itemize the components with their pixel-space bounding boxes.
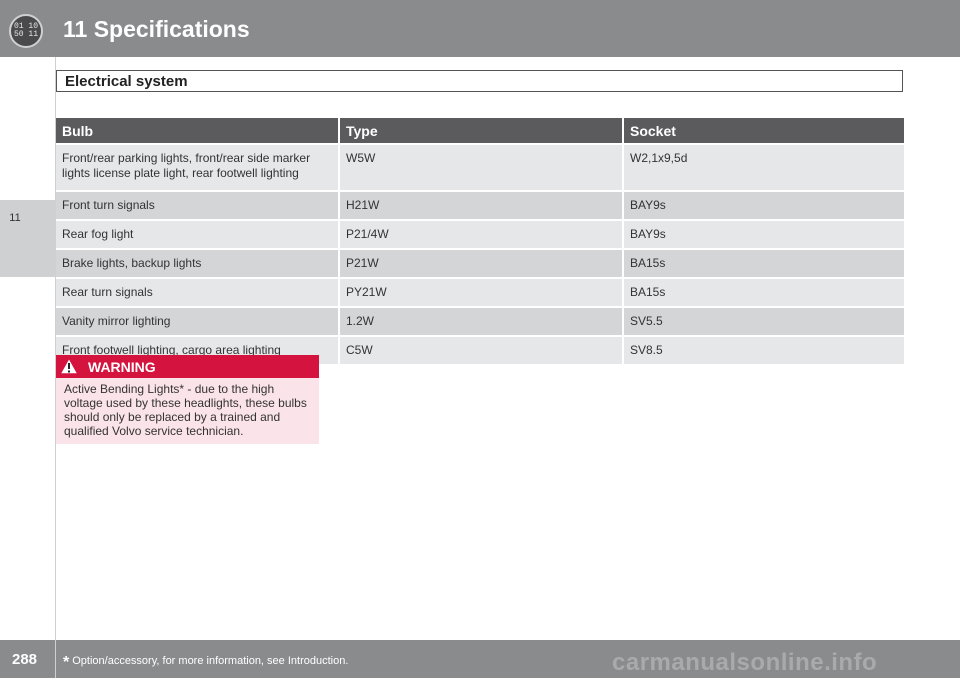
- cell-type: H21W: [338, 192, 622, 219]
- column-header-socket: Socket: [622, 118, 904, 143]
- column-header-bulb: Bulb: [56, 118, 338, 143]
- cell-bulb: Rear fog light: [56, 221, 338, 248]
- footnote: * Option/accessory, for more information,…: [63, 654, 348, 672]
- table-row: Front turn signals H21W BAY9s: [56, 192, 904, 219]
- footnote-star: *: [63, 654, 70, 671]
- footnote-text: Option/accessory, for more information, …: [72, 655, 349, 667]
- cell-bulb: Front/rear parking lights, front/rear si…: [56, 145, 338, 190]
- warning-body: Active Bending Lights* - due to the high…: [56, 378, 319, 444]
- warning-title: WARNING: [88, 359, 156, 375]
- watermark: carmanualsonline.info: [612, 649, 878, 676]
- cell-type: P21W: [338, 250, 622, 277]
- chapter-icon-text-bottom: 50 11: [13, 30, 38, 39]
- chapter-badge-icon: 01 10 50 11: [9, 14, 43, 48]
- table-header-row: Bulb Type Socket: [56, 118, 904, 143]
- side-tab-label: 11: [9, 212, 21, 224]
- cell-socket: BA15s: [622, 279, 904, 306]
- cell-type: W5W: [338, 145, 622, 190]
- cell-type: 1.2W: [338, 308, 622, 335]
- cell-type: PY21W: [338, 279, 622, 306]
- cell-socket: SV5.5: [622, 308, 904, 335]
- warning-triangle-icon: [59, 357, 79, 375]
- cell-type: C5W: [338, 337, 622, 364]
- page-number: 288: [12, 651, 38, 668]
- table-row: Vanity mirror lighting 1.2W SV5.5: [56, 308, 904, 335]
- table-row: Front/rear parking lights, front/rear si…: [56, 145, 904, 190]
- section-header: Electrical system: [56, 70, 903, 92]
- cell-socket: BA15s: [622, 250, 904, 277]
- cell-socket: W2,1x9,5d: [622, 145, 904, 190]
- table-row: Brake lights, backup lights P21W BA15s: [56, 250, 904, 277]
- bulb-spec-table: Bulb Type Socket Front/rear parking ligh…: [56, 116, 904, 366]
- table-row: Rear turn signals PY21W BA15s: [56, 279, 904, 306]
- cell-socket: BAY9s: [622, 192, 904, 219]
- cell-socket: SV8.5: [622, 337, 904, 364]
- page-title: 11 Specifications: [63, 16, 250, 42]
- cell-socket: BAY9s: [622, 221, 904, 248]
- table-row: Rear fog light P21/4W BAY9s: [56, 221, 904, 248]
- side-tab-column: [0, 57, 56, 640]
- cell-type: P21/4W: [338, 221, 622, 248]
- footer-divider: [55, 640, 56, 678]
- column-header-type: Type: [338, 118, 622, 143]
- section-title: Electrical system: [65, 73, 188, 90]
- cell-bulb: Brake lights, backup lights: [56, 250, 338, 277]
- cell-bulb: Vanity mirror lighting: [56, 308, 338, 335]
- cell-bulb: Rear turn signals: [56, 279, 338, 306]
- cell-bulb: Front turn signals: [56, 192, 338, 219]
